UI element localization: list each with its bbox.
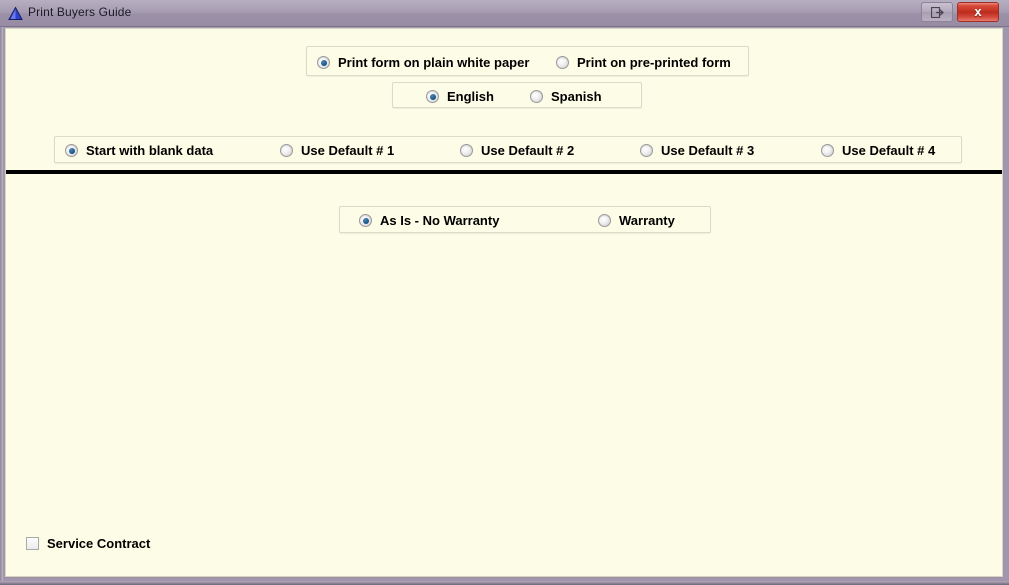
radio-indicator bbox=[640, 144, 653, 157]
radio-indicator bbox=[426, 90, 439, 103]
client-area: Print form on plain white paper Print on… bbox=[5, 28, 1003, 577]
warranty-group: As Is - No Warranty Warranty bbox=[339, 206, 711, 233]
radio-label: English bbox=[447, 89, 494, 104]
radio-label: As Is - No Warranty bbox=[380, 213, 500, 228]
radio-indicator bbox=[280, 144, 293, 157]
close-window-button[interactable]: x bbox=[957, 2, 999, 22]
app-triangle-icon bbox=[8, 6, 23, 20]
radio-label: Print on pre-printed form bbox=[577, 55, 731, 70]
restore-window-button[interactable] bbox=[921, 2, 953, 22]
window-frame-bottom-bevel bbox=[0, 581, 1009, 585]
top-panel: Print form on plain white paper Print on… bbox=[6, 29, 1002, 171]
radio-label: Start with blank data bbox=[86, 143, 214, 158]
radio-start-with-blank-data[interactable]: Start with blank data bbox=[65, 143, 213, 158]
radio-indicator bbox=[460, 144, 473, 157]
radio-indicator bbox=[317, 56, 330, 69]
application-window: Print Buyers Guide x Print form on plain… bbox=[0, 0, 1009, 585]
radio-label: Use Default # 2 bbox=[481, 143, 575, 158]
checkbox-label: Service Contract bbox=[47, 536, 151, 551]
close-icon: x bbox=[974, 4, 982, 19]
window-frame-left-bevel bbox=[0, 26, 3, 585]
radio-language-english[interactable]: English bbox=[426, 89, 494, 104]
radio-label: Print form on plain white paper bbox=[338, 55, 530, 70]
radio-indicator bbox=[530, 90, 543, 103]
radio-as-is-no-warranty[interactable]: As Is - No Warranty bbox=[359, 213, 499, 228]
checkbox-indicator bbox=[26, 537, 39, 550]
language-group: English Spanish bbox=[392, 82, 642, 108]
radio-use-default-4[interactable]: Use Default # 4 bbox=[821, 143, 935, 158]
radio-label: Warranty bbox=[619, 213, 675, 228]
radio-indicator bbox=[556, 56, 569, 69]
radio-language-spanish[interactable]: Spanish bbox=[530, 89, 602, 104]
window-title: Print Buyers Guide bbox=[28, 5, 132, 19]
radio-print-pre-printed-form[interactable]: Print on pre-printed form bbox=[556, 55, 731, 70]
radio-use-default-1[interactable]: Use Default # 1 bbox=[280, 143, 394, 158]
radio-label: Use Default # 3 bbox=[661, 143, 755, 158]
title-bar[interactable]: Print Buyers Guide x bbox=[0, 0, 1009, 27]
radio-warranty[interactable]: Warranty bbox=[598, 213, 675, 228]
restore-window-icon bbox=[931, 7, 944, 18]
radio-label: Use Default # 4 bbox=[842, 143, 936, 158]
radio-use-default-3[interactable]: Use Default # 3 bbox=[640, 143, 754, 158]
radio-label: Spanish bbox=[551, 89, 602, 104]
bottom-panel: As Is - No Warranty Warranty Service Con… bbox=[6, 174, 1002, 576]
saved-defaults-group: Start with blank data Use Default # 1 Us… bbox=[54, 136, 962, 163]
radio-indicator bbox=[65, 144, 78, 157]
radio-use-default-2[interactable]: Use Default # 2 bbox=[460, 143, 574, 158]
radio-label: Use Default # 1 bbox=[301, 143, 395, 158]
service-contract-checkbox[interactable]: Service Contract bbox=[26, 536, 150, 551]
radio-indicator bbox=[359, 214, 372, 227]
print-mode-group: Print form on plain white paper Print on… bbox=[306, 46, 749, 76]
radio-indicator bbox=[821, 144, 834, 157]
radio-indicator bbox=[598, 214, 611, 227]
radio-print-plain-white-paper[interactable]: Print form on plain white paper bbox=[317, 55, 529, 70]
